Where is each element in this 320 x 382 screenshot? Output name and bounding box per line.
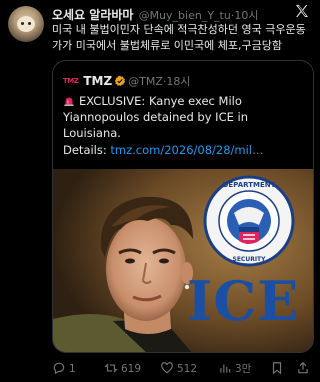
tweet-text: 미국 내 불법이민자 단속에 적극찬성하던 영국 극우운동 가가 미국에서 불법… <box>52 22 314 54</box>
tweet-header: 오세요 알라바마 @Muy_bien_Y_tu·10시 <box>52 4 286 22</box>
seal-top-text: DEPARTMENT <box>223 181 276 189</box>
tweet-time[interactable]: 10시 <box>234 9 258 22</box>
reply-button[interactable]: 1 <box>52 357 76 375</box>
retweet-icon <box>104 363 118 373</box>
quoted-display-name: TMZ <box>83 74 113 88</box>
reply-icon <box>53 362 65 375</box>
x-logo-icon[interactable] <box>294 3 310 19</box>
quoted-time: 18시 <box>166 75 191 88</box>
quoted-details: Details: tmz.com/2026/08/28/mil… <box>63 143 305 157</box>
views-icon <box>220 364 231 373</box>
avatar-eye-right <box>28 22 31 25</box>
share-button[interactable] <box>296 357 310 375</box>
siren-icon <box>64 97 74 106</box>
quoted-tweet-header: TMZ TMZ @TMZ·18시 <box>63 70 191 88</box>
views-count: 3만 <box>235 363 252 375</box>
quoted-tweet-card[interactable]: TMZ TMZ @TMZ·18시 EXCLUSIVE: Kanye exec Mi… <box>52 60 314 353</box>
display-name[interactable]: 오세요 알라바마 <box>52 8 133 22</box>
views-button[interactable]: 3만 <box>218 357 251 375</box>
ice-label: ICE <box>187 269 300 333</box>
user-handle[interactable]: @Muy_bien_Y_tu <box>139 9 231 22</box>
quoted-text-line-1: EXCLUSIVE: Kanye exec Milo <box>79 94 242 108</box>
share-icon <box>298 361 308 374</box>
quoted-text-line-2: Yiannopoulos detained by ICE in Louisian… <box>63 110 249 140</box>
tweet-text-line-1: 미국 내 불법이민자 단속에 적극찬성하던 영국 극우운동 <box>52 23 306 36</box>
details-label: Details: <box>63 143 111 157</box>
like-count: 512 <box>177 363 198 375</box>
user-avatar[interactable] <box>8 6 44 42</box>
quoted-tweet-text: EXCLUSIVE: Kanye exec Milo Yiannopoulos … <box>63 93 305 141</box>
heart-icon <box>161 362 173 374</box>
bookmark-icon <box>272 362 282 375</box>
avatar-eye-left <box>21 22 24 25</box>
details-link[interactable]: tmz.com/2026/08/28/mil… <box>110 143 263 157</box>
reply-count: 1 <box>69 363 76 375</box>
retweet-count: 619 <box>121 363 142 375</box>
seal-bottom-text: SECURITY <box>233 256 267 263</box>
avatar-face <box>17 16 35 32</box>
tweet-actions: 1 619 512 3만 <box>52 357 314 375</box>
quoted-tweet-image[interactable]: DEPARTMENT SECURITY ICE <box>53 169 313 352</box>
dhs-seal: DEPARTMENT SECURITY <box>203 175 295 267</box>
quoted-handle: @TMZ <box>128 75 163 88</box>
verified-badge-icon <box>114 75 126 86</box>
tmz-logo: TMZ <box>63 77 79 85</box>
retweet-button[interactable]: 619 <box>104 357 141 375</box>
tweet-text-line-2: 가가 미국에서 불법체류로 이민국에 체포,구금당함 <box>52 39 283 52</box>
like-button[interactable]: 512 <box>160 357 197 375</box>
bookmark-button[interactable] <box>270 357 284 375</box>
